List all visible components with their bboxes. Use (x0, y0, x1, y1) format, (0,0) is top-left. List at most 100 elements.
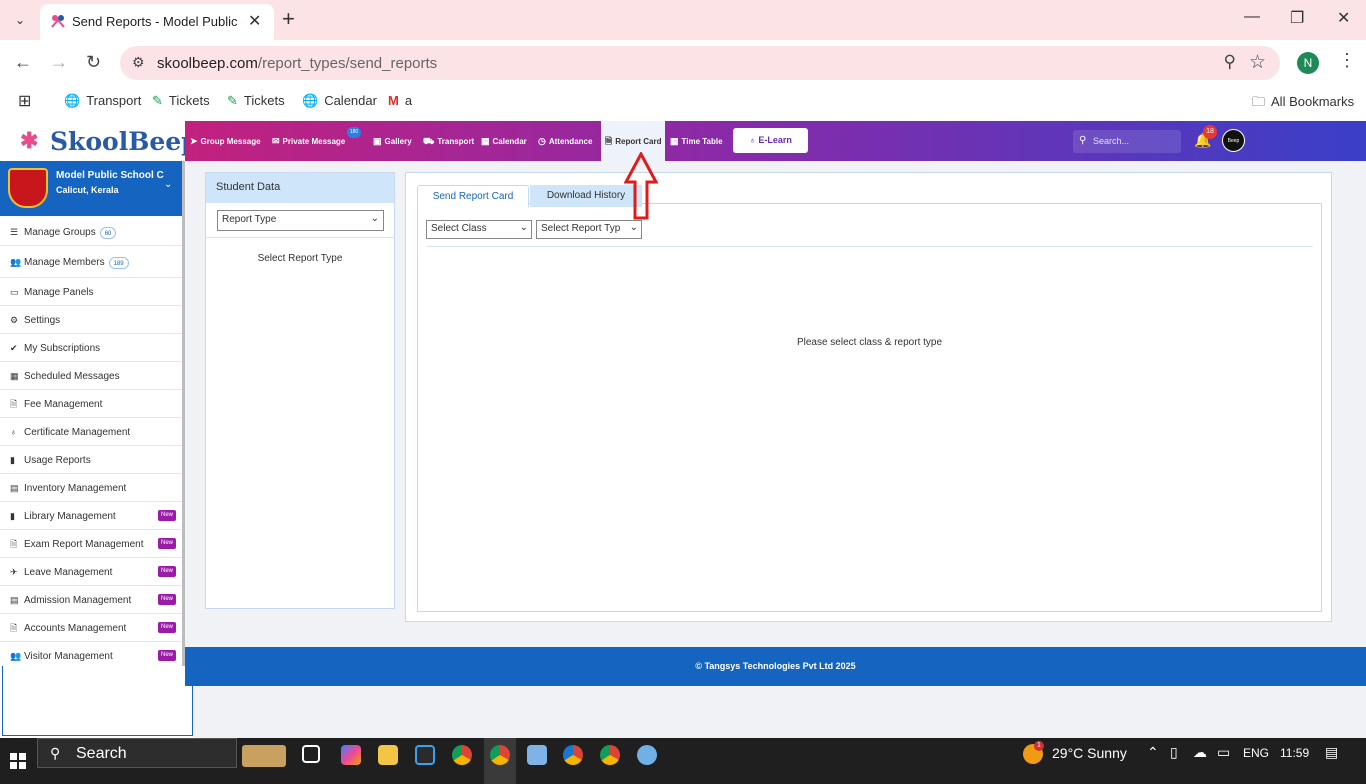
sidebar-item-settings[interactable]: ⚙ Settings (0, 306, 182, 334)
search-icon: ⚲ (1079, 135, 1087, 146)
sidebar-menu: ☰ Manage Groups 60 👥 Manage Members 189 ▭ Man… (0, 218, 182, 666)
all-bookmarks[interactable]: 🗀 All Bookmarks (1252, 93, 1354, 115)
reload-icon[interactable]: ↻ (86, 52, 101, 73)
chrome-active-icon[interactable] (490, 745, 510, 765)
calendar-icon: ▦ (670, 136, 679, 146)
nav-calendar[interactable]: ▦ Calendar (481, 121, 527, 161)
nav-group-message[interactable]: ➤ Group Message (190, 121, 261, 161)
nav-private-message[interactable]: ✉ Private Message (272, 121, 345, 161)
file-explorer-icon[interactable] (378, 745, 398, 765)
select-class[interactable]: Select Class ⌄ (426, 220, 532, 239)
nav-gallery[interactable]: ▣ Gallery (373, 121, 412, 161)
new-tab-button[interactable]: + (282, 7, 295, 31)
gear-icon: ⚙ (10, 315, 19, 325)
sidebar-item-accounts-management[interactable]: 🗎 Accounts Management New (0, 614, 182, 642)
nav-time-table[interactable]: ▦ Time Table (670, 121, 723, 161)
sidebar-item-admission-management[interactable]: ▤ Admission Management New (0, 586, 182, 614)
sidebar-item-certificate-management[interactable]: ♁ Certificate Management (0, 418, 182, 446)
bookmark-gmail[interactable]: Ma (388, 93, 412, 108)
globe-icon: 🌐 (64, 93, 81, 108)
tickets-icon: ✎ (152, 93, 163, 108)
clock[interactable]: 11:59 (1280, 746, 1309, 760)
logo-mark-icon: ✱ (20, 128, 39, 153)
sidebar-item-manage-panels[interactable]: ▭ Manage Panels (0, 278, 182, 306)
back-arrow-icon[interactable]: ← (14, 52, 32, 73)
sidebar-item-scheduled-messages[interactable]: ▦ Scheduled Messages (0, 362, 182, 390)
sidebar-item-fee-management[interactable]: 🗎 Fee Management (0, 390, 182, 418)
sidebar-item-visitor-management[interactable]: 👥 Visitor Management New (0, 642, 182, 666)
sidebar-item-library-management[interactable]: ▮ Library Management New (0, 502, 182, 530)
tab-search-chevron-icon[interactable]: ⌄ (8, 9, 32, 31)
sidebar-item-manage-groups[interactable]: ☰ Manage Groups 60 (0, 218, 182, 246)
page-background (193, 686, 1366, 738)
ledger-icon: 🗎 (10, 623, 18, 633)
nav-transport[interactable]: ⛟ Transport (423, 121, 474, 161)
browser-menu-icon[interactable]: ⋮ (1338, 50, 1356, 71)
cloud-icon[interactable]: ☁ (1193, 744, 1207, 761)
elearn-icon: ♁ (749, 135, 759, 145)
task-view-icon[interactable] (302, 745, 320, 763)
apps-grid-icon[interactable]: ⊞ (18, 91, 31, 111)
weather-text[interactable]: 29°C Sunny (1052, 745, 1127, 761)
gmail-icon: M (388, 93, 399, 108)
elearn-button[interactable]: ♁ E-Learn (733, 128, 808, 153)
document-icon: 🗎 (10, 539, 18, 549)
tray-chevron-up-icon[interactable]: ⌃ (1147, 744, 1159, 761)
browser-tab-active[interactable]: Send Reports - Model Public Sc ✕ (40, 4, 274, 40)
nav-attendance[interactable]: ◷ Attendance (538, 121, 592, 161)
inventory-icon: ▤ (10, 483, 19, 493)
notepad-icon[interactable] (527, 745, 547, 765)
copilot-icon[interactable] (341, 745, 361, 765)
windows-taskbar: ⚲ Search 1 29°C Sunny ⌃ ▯ ☁ ▭ ENG 11:59 … (0, 738, 1366, 784)
notifications-icon[interactable]: ▤ (1325, 744, 1338, 761)
site-info-icon[interactable]: ⚙ (132, 54, 145, 71)
user-avatar[interactable]: Beep (1222, 129, 1245, 152)
bookmark-transport[interactable]: 🌐 Transport (64, 93, 141, 109)
paint-icon[interactable] (637, 745, 657, 765)
bookmarks-bar: ⊞ 🌐 Transport ✎ Tickets ✎ Tickets 🌐 Calendar… (0, 86, 1366, 120)
restore-icon[interactable]: ❐ (1290, 8, 1304, 28)
users-icon: 👥 (10, 651, 22, 661)
empty-state-message: Please select class & report type (796, 337, 943, 348)
sidebar-item-inventory-management[interactable]: ▤ Inventory Management (0, 474, 182, 502)
tab-content: Select Class ⌄ Select Report Typ ⌄ Please … (417, 203, 1322, 612)
report-type-select[interactable]: Report Type ⌄ (217, 210, 384, 231)
header-search-input[interactable]: ⚲ Search... (1073, 130, 1181, 153)
store-icon[interactable] (415, 745, 435, 765)
tab-send-report-card[interactable]: Send Report Card (417, 185, 529, 207)
sidebar-item-leave-management[interactable]: ✈ Leave Management New (0, 558, 182, 586)
sidebar-item-usage-reports[interactable]: ▮ Usage Reports (0, 446, 182, 474)
close-window-icon[interactable]: ✕ (1337, 8, 1350, 28)
sidebar-item-exam-report-management[interactable]: 🗎 Exam Report Management New (0, 530, 182, 558)
users-icon: 👥 (10, 257, 22, 267)
meet-icon[interactable]: ▯ (1170, 744, 1178, 761)
chrome-icon[interactable] (452, 745, 472, 765)
forward-arrow-icon[interactable]: → (50, 52, 68, 73)
windows-start-icon[interactable] (10, 753, 26, 769)
minimize-icon[interactable]: — (1244, 8, 1260, 26)
address-bar[interactable]: ⚙ skoolbeep.com/report_types/send_report… (120, 46, 1280, 80)
zoom-icon[interactable]: ⚲ (1224, 52, 1236, 72)
url-text[interactable]: skoolbeep.com/report_types/send_reports (157, 55, 437, 72)
private-message-badge: 180 (347, 127, 361, 138)
chevron-down-icon[interactable]: ⌄ (164, 179, 172, 190)
bookmark-tickets-2[interactable]: ✎ Tickets (227, 93, 285, 109)
battery-icon[interactable]: ▭ (1217, 744, 1230, 761)
skoolbeep-logo[interactable]: ✱ SkoolBeep (0, 121, 199, 161)
school-selector[interactable]: Model Public School C Calicut, Kerala ⌄ (0, 161, 182, 216)
chrome-icon-2[interactable] (600, 745, 620, 765)
bookmark-star-icon[interactable]: ☆ (1249, 51, 1266, 74)
tab-close-icon[interactable]: ✕ (248, 11, 261, 31)
sidebar-item-my-subscriptions[interactable]: ✔ My Subscriptions (0, 334, 182, 362)
bookmark-tickets-1[interactable]: ✎ Tickets (152, 93, 210, 109)
sidebar-item-manage-members[interactable]: 👥 Manage Members 189 (0, 246, 182, 278)
radio-widget-icon[interactable] (242, 745, 286, 767)
taskbar-search[interactable]: ⚲ Search (37, 738, 237, 768)
globe-icon: 🌐 (302, 93, 319, 108)
bookmark-calendar[interactable]: 🌐 Calendar (302, 93, 377, 109)
chevron-down-icon: ⌄ (519, 222, 528, 233)
profile-avatar[interactable]: N (1297, 52, 1319, 74)
select-report-type[interactable]: Select Report Typ ⌄ (536, 220, 642, 239)
language-indicator[interactable]: ENG (1243, 746, 1269, 760)
chrome-profile-icon[interactable] (563, 745, 583, 765)
